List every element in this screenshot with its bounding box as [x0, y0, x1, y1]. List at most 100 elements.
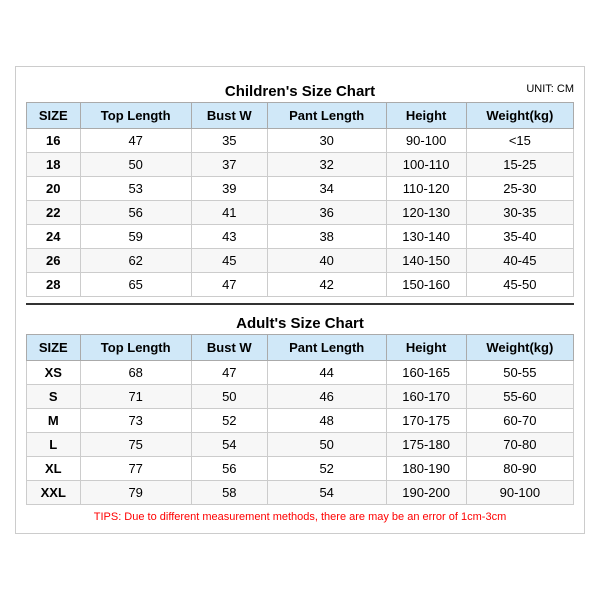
tips-text: TIPS: Due to different measurement metho… [26, 511, 574, 523]
table-cell: 52 [191, 409, 267, 433]
table-cell: 90-100 [386, 129, 466, 153]
table-cell: 80-90 [466, 457, 573, 481]
table-cell: 26 [27, 249, 81, 273]
table-cell: 32 [267, 153, 386, 177]
table-row: XL775652180-19080-90 [27, 457, 574, 481]
table-cell: 30 [267, 129, 386, 153]
table-cell: 46 [267, 385, 386, 409]
table-cell: 73 [80, 409, 191, 433]
table-cell: 54 [191, 433, 267, 457]
table-cell: <15 [466, 129, 573, 153]
table-row: 26624540140-15040-45 [27, 249, 574, 273]
table-row: 24594338130-14035-40 [27, 225, 574, 249]
table-cell: 16 [27, 129, 81, 153]
table-cell: S [27, 385, 81, 409]
table-cell: 40 [267, 249, 386, 273]
table-cell: 120-130 [386, 201, 466, 225]
table-cell: 180-190 [386, 457, 466, 481]
table-cell: 52 [267, 457, 386, 481]
table-row: L755450175-18070-80 [27, 433, 574, 457]
children-table-body: 1647353090-100<1518503732100-11015-25205… [27, 129, 574, 297]
table-cell: 24 [27, 225, 81, 249]
section-divider [26, 303, 574, 305]
children-col-size: SIZE [27, 103, 81, 129]
table-row: 1647353090-100<15 [27, 129, 574, 153]
table-cell: 34 [267, 177, 386, 201]
adult-col-height: Height [386, 335, 466, 361]
table-cell: 90-100 [466, 481, 573, 505]
size-chart-container: Children's Size Chart UNIT: CM SIZE Top … [15, 66, 585, 534]
adult-col-size: SIZE [27, 335, 81, 361]
table-cell: 44 [267, 361, 386, 385]
table-cell: 140-150 [386, 249, 466, 273]
table-cell: XS [27, 361, 81, 385]
table-cell: 170-175 [386, 409, 466, 433]
children-col-weight: Weight(kg) [466, 103, 573, 129]
table-row: XXL795854190-20090-100 [27, 481, 574, 505]
adult-section-title: Adult's Size Chart [26, 309, 574, 334]
table-cell: 190-200 [386, 481, 466, 505]
table-cell: 47 [80, 129, 191, 153]
table-row: M735248170-17560-70 [27, 409, 574, 433]
table-cell: 54 [267, 481, 386, 505]
table-cell: 39 [191, 177, 267, 201]
table-cell: 50 [267, 433, 386, 457]
table-cell: 50-55 [466, 361, 573, 385]
table-cell: 35 [191, 129, 267, 153]
children-col-bust-w: Bust W [191, 103, 267, 129]
table-cell: 160-165 [386, 361, 466, 385]
table-cell: 28 [27, 273, 81, 297]
table-cell: 150-160 [386, 273, 466, 297]
table-cell: 130-140 [386, 225, 466, 249]
unit-label: UNIT: CM [526, 83, 574, 95]
table-row: 20533934110-12025-30 [27, 177, 574, 201]
table-row: XS684744160-16550-55 [27, 361, 574, 385]
children-col-height: Height [386, 103, 466, 129]
table-cell: 68 [80, 361, 191, 385]
table-cell: XL [27, 457, 81, 481]
table-cell: 56 [191, 457, 267, 481]
table-cell: 42 [267, 273, 386, 297]
table-cell: 110-120 [386, 177, 466, 201]
table-cell: 50 [191, 385, 267, 409]
adult-col-top-length: Top Length [80, 335, 191, 361]
table-cell: 47 [191, 361, 267, 385]
table-cell: 36 [267, 201, 386, 225]
table-row: 28654742150-16045-50 [27, 273, 574, 297]
table-cell: 160-170 [386, 385, 466, 409]
table-cell: XXL [27, 481, 81, 505]
table-cell: 70-80 [466, 433, 573, 457]
table-cell: 53 [80, 177, 191, 201]
table-cell: 50 [80, 153, 191, 177]
table-cell: 22 [27, 201, 81, 225]
table-row: 18503732100-11015-25 [27, 153, 574, 177]
table-cell: 43 [191, 225, 267, 249]
table-cell: 18 [27, 153, 81, 177]
table-cell: 100-110 [386, 153, 466, 177]
table-cell: 25-30 [466, 177, 573, 201]
adult-col-bust-w: Bust W [191, 335, 267, 361]
table-cell: 79 [80, 481, 191, 505]
table-cell: 77 [80, 457, 191, 481]
table-cell: 62 [80, 249, 191, 273]
table-cell: 48 [267, 409, 386, 433]
table-cell: 65 [80, 273, 191, 297]
children-col-top-length: Top Length [80, 103, 191, 129]
children-col-pant-length: Pant Length [267, 103, 386, 129]
table-cell: M [27, 409, 81, 433]
table-cell: 30-35 [466, 201, 573, 225]
table-cell: 45 [191, 249, 267, 273]
adult-table-body: XS684744160-16550-55S715046160-17055-60M… [27, 361, 574, 505]
table-cell: 47 [191, 273, 267, 297]
adult-size-table: SIZE Top Length Bust W Pant Length Heigh… [26, 334, 574, 505]
table-cell: 55-60 [466, 385, 573, 409]
table-cell: 60-70 [466, 409, 573, 433]
table-cell: L [27, 433, 81, 457]
table-cell: 15-25 [466, 153, 573, 177]
table-cell: 20 [27, 177, 81, 201]
table-cell: 59 [80, 225, 191, 249]
table-cell: 35-40 [466, 225, 573, 249]
table-cell: 56 [80, 201, 191, 225]
table-row: 22564136120-13030-35 [27, 201, 574, 225]
children-size-table: SIZE Top Length Bust W Pant Length Heigh… [26, 102, 574, 297]
